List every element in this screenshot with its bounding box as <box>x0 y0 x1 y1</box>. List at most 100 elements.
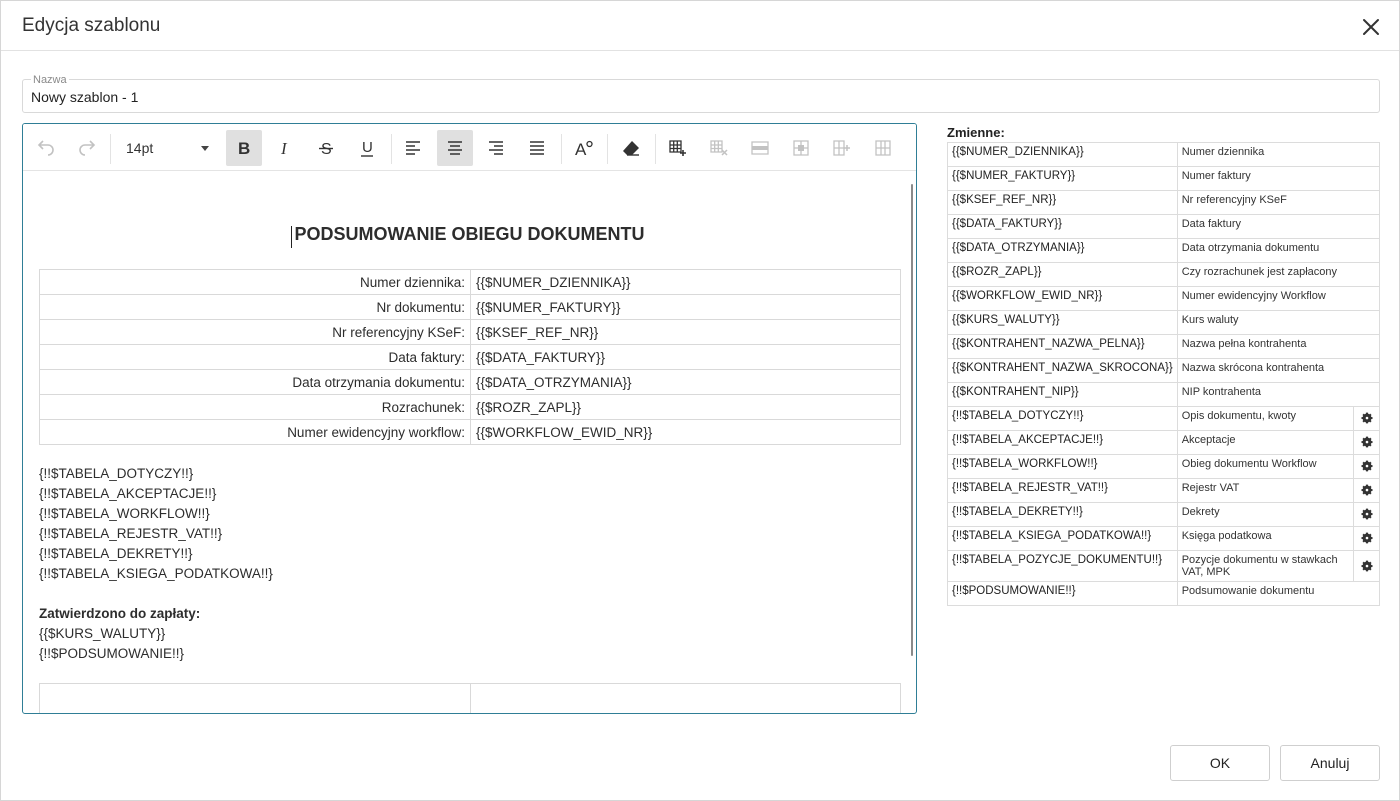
variable-description: Dekrety <box>1176 502 1355 527</box>
insert-table-button[interactable] <box>660 130 696 166</box>
variable-name[interactable]: {!!$TABELA_DOTYCZY!!} <box>947 406 1178 431</box>
variable-settings-cell <box>1353 526 1380 551</box>
variable-description: Numer ewidencyjny Workflow <box>1176 286 1381 311</box>
variable-name[interactable]: {{$KONTRAHENT_NIP}} <box>947 382 1178 407</box>
cancel-button[interactable]: Anuluj <box>1280 745 1380 781</box>
approved-label: Zatwierdzono do zapłaty: <box>39 606 201 621</box>
close-icon[interactable] <box>1358 14 1384 40</box>
row-value: {{$DATA_FAKTURY}} <box>470 344 901 370</box>
gear-icon[interactable] <box>1358 529 1376 547</box>
variable-row[interactable]: {!!$TABELA_AKCEPTACJE!!} Akceptacje <box>947 430 1380 455</box>
variable-name[interactable]: {!!$TABELA_KSIEGA_PODATKOWA!!} <box>947 526 1178 551</box>
insert-row-button[interactable] <box>742 130 778 166</box>
gear-icon[interactable] <box>1358 557 1376 575</box>
variable-row[interactable]: {!!$TABELA_DOTYCZY!!} Opis dokumentu, kwo… <box>947 406 1380 431</box>
variable-description: Rejestr VAT <box>1176 478 1355 503</box>
variable-name[interactable]: {!!$TABELA_DEKRETY!!} <box>947 502 1178 527</box>
italic-icon: I <box>280 139 288 158</box>
variable-row[interactable]: {{$KONTRAHENT_NAZWA_PELNA}} Nazwa pełna k… <box>947 334 1381 359</box>
redo-button[interactable] <box>69 130 105 166</box>
variable-name[interactable]: {!!$TABELA_AKCEPTACJE!!} <box>947 430 1178 455</box>
text-style-button[interactable]: A <box>566 130 602 166</box>
placeholder-line: {!!$TABELA_AKCEPTACJE!!} <box>39 486 217 501</box>
variable-name[interactable]: {{$KONTRAHENT_NAZWA_SKROCONA}} <box>947 358 1178 383</box>
variable-name[interactable]: {!!$TABELA_WORKFLOW!!} <box>947 454 1178 479</box>
rich-text-editor[interactable]: 14pt B I S U A PODSUMOWANIE OBIEGU DOKUM… <box>22 123 917 714</box>
eraser-icon <box>623 141 639 156</box>
variable-row[interactable]: {{$KONTRAHENT_NAZWA_SKROCONA}} Nazwa skró… <box>947 358 1381 383</box>
variable-description: NIP kontrahenta <box>1176 382 1381 407</box>
name-input[interactable] <box>31 89 1331 105</box>
ok-button[interactable]: OK <box>1170 745 1270 781</box>
table-column-insert-icon <box>833 140 850 156</box>
variable-row[interactable]: {!!$TABELA_POZYCJE_DOKUMENTU!!} Pozycje d… <box>947 550 1380 582</box>
align-left-button[interactable] <box>395 130 431 166</box>
variable-name[interactable]: {{$KSEF_REF_NR}} <box>947 190 1178 215</box>
variable-row[interactable]: {{$KONTRAHENT_NIP}} NIP kontrahenta <box>947 382 1381 407</box>
editor-document[interactable]: PODSUMOWANIE OBIEGU DOKUMENTU Numer dzie… <box>23 172 916 713</box>
variable-name[interactable]: {{$DATA_FAKTURY}} <box>947 214 1178 239</box>
variable-row[interactable]: {!!$TABELA_DEKRETY!!} Dekrety <box>947 502 1380 527</box>
delete-table-button[interactable] <box>701 130 737 166</box>
variable-name[interactable]: {{$NUMER_DZIENNIKA}} <box>947 142 1178 167</box>
name-label: Nazwa <box>31 74 69 86</box>
align-right-button[interactable] <box>478 130 514 166</box>
variable-name[interactable]: {!!$TABELA_POZYCJE_DOKUMENTU!!} <box>947 550 1178 582</box>
placeholder-line: {!!$TABELA_DOTYCZY!!} <box>39 466 194 481</box>
row-value: {{$NUMER_DZIENNIKA}} <box>470 269 901 295</box>
table-row: Data faktury: {{$DATA_FAKTURY}} <box>39 344 901 370</box>
merge-cells-button[interactable] <box>783 130 819 166</box>
variable-row[interactable]: {!!$PODSUMOWANIE!!} Podsumowanie dokument… <box>947 581 1381 606</box>
strikethrough-button[interactable]: S <box>308 130 344 166</box>
variable-name[interactable]: {{$NUMER_FAKTURY}} <box>947 166 1178 191</box>
gear-icon[interactable] <box>1358 481 1376 499</box>
svg-text:I: I <box>280 139 288 158</box>
undo-button[interactable] <box>28 130 64 166</box>
italic-button[interactable]: I <box>267 130 303 166</box>
variable-row[interactable]: {{$WORKFLOW_EWID_NR}} Numer ewidencyjny W… <box>947 286 1381 311</box>
gear-icon[interactable] <box>1358 505 1376 523</box>
variable-row[interactable]: {{$NUMER_DZIENNIKA}} Numer dziennika <box>947 142 1381 167</box>
variable-description: Nazwa pełna kontrahenta <box>1176 334 1381 359</box>
placeholder-line: {!!$PODSUMOWANIE!!} <box>39 646 185 661</box>
align-center-button[interactable] <box>437 130 473 166</box>
variables-title: Zmienne: <box>947 125 1005 140</box>
underline-button[interactable]: U <box>349 130 385 166</box>
variable-name[interactable]: {{$WORKFLOW_EWID_NR}} <box>947 286 1178 311</box>
variable-row[interactable]: {!!$TABELA_WORKFLOW!!} Obieg dokumentu Wo… <box>947 454 1380 479</box>
variable-name[interactable]: {{$ROZR_ZAPL}} <box>947 262 1178 287</box>
gear-icon[interactable] <box>1358 433 1376 451</box>
placeholder-line: {!!$TABELA_WORKFLOW!!} <box>39 506 210 521</box>
variable-name[interactable]: {{$KONTRAHENT_NAZWA_PELNA}} <box>947 334 1178 359</box>
variable-row[interactable]: {!!$TABELA_REJESTR_VAT!!} Rejestr VAT <box>947 478 1380 503</box>
font-size-select[interactable]: 14pt <box>113 130 217 166</box>
variable-name[interactable]: {!!$TABELA_REJESTR_VAT!!} <box>947 478 1178 503</box>
text-cursor <box>291 226 292 248</box>
clear-format-button[interactable] <box>613 130 649 166</box>
bold-button[interactable]: B <box>226 130 262 166</box>
variable-row[interactable]: {!!$TABELA_KSIEGA_PODATKOWA!!} Księga pod… <box>947 526 1380 551</box>
align-justify-button[interactable] <box>519 130 555 166</box>
variable-row[interactable]: {{$ROZR_ZAPL}} Czy rozrachunek jest zapła… <box>947 262 1381 287</box>
delete-column-button[interactable] <box>865 130 901 166</box>
variable-name[interactable]: {!!$PODSUMOWANIE!!} <box>947 581 1178 606</box>
variable-row[interactable]: {{$KSEF_REF_NR}} Nr referencyjny KSeF <box>947 190 1381 215</box>
variable-name[interactable]: {{$DATA_OTRZYMANIA}} <box>947 238 1178 263</box>
gear-icon[interactable] <box>1358 409 1376 427</box>
svg-text:B: B <box>238 139 250 158</box>
variable-row[interactable]: {{$DATA_FAKTURY}} Data faktury <box>947 214 1381 239</box>
variable-row[interactable]: {{$NUMER_FAKTURY}} Numer faktury <box>947 166 1381 191</box>
insert-column-button[interactable] <box>824 130 860 166</box>
font-style-icon: A <box>575 140 593 158</box>
gear-icon[interactable] <box>1358 457 1376 475</box>
variable-row[interactable]: {{$KURS_WALUTY}} Kurs waluty <box>947 310 1381 335</box>
table-row: Nr dokumentu: {{$NUMER_FAKTURY}} <box>39 294 901 320</box>
name-field[interactable] <box>22 79 1380 113</box>
table-row: Numer ewidencyjny workflow: {{$WORKFLOW_… <box>39 419 901 445</box>
variable-row[interactable]: {{$DATA_OTRZYMANIA}} Data otrzymania doku… <box>947 238 1381 263</box>
editor-scrollbar[interactable] <box>911 184 913 656</box>
variable-name[interactable]: {{$KURS_WALUTY}} <box>947 310 1178 335</box>
toolbar-separator <box>655 134 656 164</box>
placeholder-line: {{$KURS_WALUTY}} <box>39 626 166 641</box>
